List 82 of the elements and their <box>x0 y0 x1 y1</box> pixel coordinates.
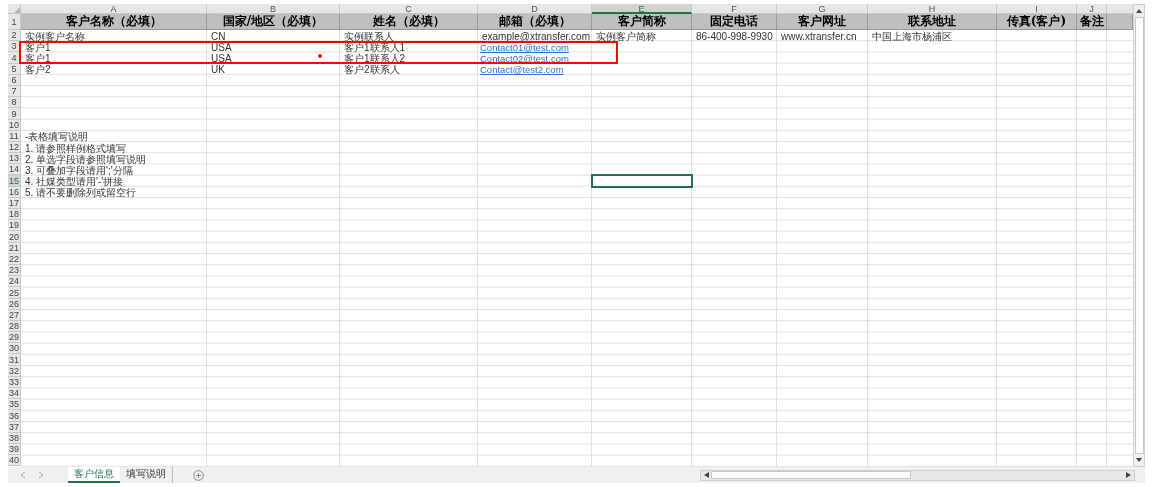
scrollbar-thumb[interactable] <box>711 471 911 479</box>
header-cell <box>1107 14 1133 30</box>
selected-cell[interactable] <box>592 175 692 187</box>
next-sheet-icon[interactable] <box>38 471 44 479</box>
vertical-scrollbar[interactable] <box>1133 4 1145 467</box>
table-cell: 客户2 <box>25 65 51 75</box>
row-header[interactable]: 16 <box>8 186 21 198</box>
scroll-up-icon[interactable] <box>1135 8 1143 14</box>
previous-sheet-icon[interactable] <box>20 471 26 479</box>
header-cell: 邮箱（必填） <box>478 14 592 30</box>
table-cell: 86-400-998-9930 <box>696 31 773 42</box>
scrollbar-thumb[interactable] <box>1134 17 1144 454</box>
table-cell: CN <box>211 31 226 42</box>
sheet-tab[interactable]: 客户信息 <box>68 467 120 483</box>
column-header[interactable]: G <box>777 4 868 14</box>
row-header[interactable]: 22 <box>8 253 21 265</box>
row-header[interactable]: 26 <box>8 298 21 310</box>
column-header[interactable]: I <box>997 4 1077 14</box>
header-cell: 姓名（必填） <box>340 14 478 30</box>
column-header[interactable]: F <box>692 4 777 14</box>
table-cell: example@xtransfer.com <box>482 31 590 42</box>
scroll-right-icon[interactable] <box>1125 471 1132 479</box>
column-header[interactable]: H <box>868 4 997 14</box>
row-header[interactable]: 32 <box>8 365 21 377</box>
row-header[interactable]: 5 <box>8 63 21 75</box>
table-cell: 中国上海市杨浦区 <box>872 31 952 42</box>
table-cell: 3. 可叠加字段请用';'分隔 <box>25 165 133 176</box>
column-header[interactable]: B <box>207 4 340 14</box>
row-header[interactable]: 27 <box>8 309 21 321</box>
table-cell: 实例客户名称 <box>25 31 85 42</box>
table-cell: 客户1联系人1 <box>344 42 406 53</box>
row-header[interactable]: 2 <box>8 30 21 42</box>
table-cell: 实例客户简称 <box>596 31 656 42</box>
column-header[interactable]: E <box>592 4 692 14</box>
row-header[interactable]: 31 <box>8 354 21 366</box>
row-header[interactable]: 3 <box>8 41 21 53</box>
header-cell: 传真(客户) <box>997 14 1077 30</box>
email-link[interactable]: Contact@test2.com <box>480 65 564 75</box>
row-header[interactable]: 1 <box>8 14 21 30</box>
table-cell: www.xtransfer.cn <box>781 31 857 42</box>
row-header[interactable]: 25 <box>8 287 21 299</box>
header-cell: 国家/地区（必填） <box>207 14 340 30</box>
horizontal-scrollbar[interactable] <box>700 469 1135 481</box>
header-cell: 固定电话 <box>692 14 777 30</box>
row-header[interactable]: 38 <box>8 432 21 444</box>
header-cell: 客户名称（必填） <box>21 14 207 30</box>
column-header[interactable]: A <box>21 4 207 14</box>
column-header[interactable]: C <box>340 4 478 14</box>
header-cell: 客户网址 <box>777 14 868 30</box>
table-cell: 4. 社媒类型请用'-'拼接 <box>25 177 124 187</box>
column-header[interactable]: D <box>478 4 592 14</box>
email-link[interactable]: Contact01@test.com <box>480 42 569 53</box>
email-link[interactable]: Contact02@test.com <box>480 54 569 64</box>
scroll-down-icon[interactable] <box>1135 457 1143 463</box>
table-cell: 客户2联系人 <box>344 65 400 75</box>
row-header[interactable]: 40 <box>8 455 21 467</box>
row-header[interactable]: 4 <box>8 52 21 64</box>
row-header[interactable]: 11 <box>8 130 21 142</box>
table-cell: 2. 单选字段请参照填写说明 <box>25 154 147 165</box>
row-header[interactable]: 15 <box>8 175 21 187</box>
header-cell: 备注 <box>1077 14 1107 30</box>
header-cell: 客户简称 <box>592 14 692 30</box>
row-header[interactable]: 10 <box>8 119 21 131</box>
table-cell: -表格填写说明 <box>25 132 89 142</box>
table-cell: USA <box>211 54 232 64</box>
row-header[interactable]: 37 <box>8 421 21 433</box>
column-header[interactable]: J <box>1077 4 1107 14</box>
row-header[interactable]: 21 <box>8 242 21 254</box>
table-cell: 5. 请不要删除列或留空行 <box>25 188 137 198</box>
row-header[interactable]: 36 <box>8 410 21 422</box>
row-header[interactable]: 9 <box>8 108 21 120</box>
add-sheet-icon[interactable] <box>193 469 204 481</box>
row-header[interactable]: 20 <box>8 231 21 243</box>
table-cell: 1. 请参照样例格式填写 <box>25 143 127 154</box>
table-cell: 客户1 <box>25 42 51 53</box>
table-cell: USA <box>211 42 232 53</box>
sheet-tab[interactable]: 填写说明 <box>120 467 173 483</box>
table-cell: UK <box>211 65 225 75</box>
row-header[interactable]: 8 <box>8 97 21 109</box>
header-cell: 联系地址 <box>868 14 997 30</box>
row-header[interactable]: 6 <box>8 74 21 86</box>
table-cell: 实例联系人 <box>344 31 394 42</box>
